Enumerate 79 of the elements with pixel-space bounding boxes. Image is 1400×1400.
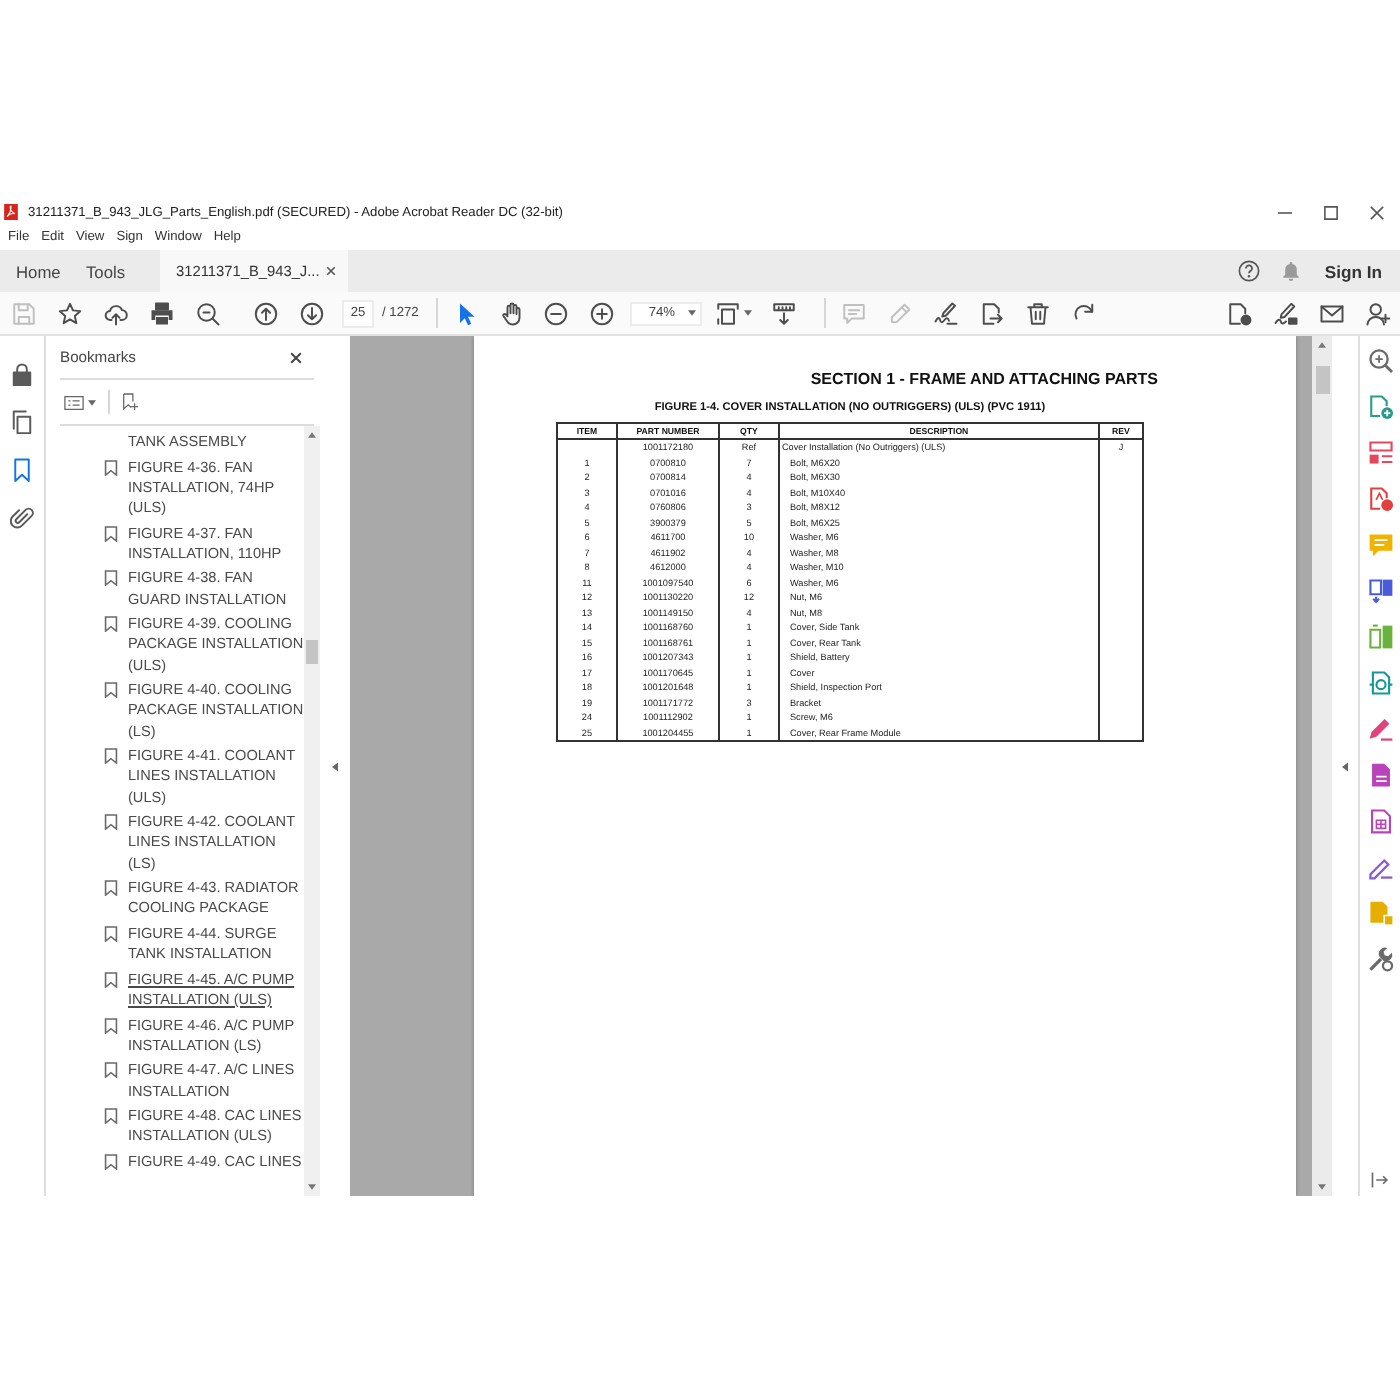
bookmark-icon xyxy=(104,925,118,942)
minimize-icon xyxy=(1278,211,1292,213)
bookmark-icon xyxy=(104,748,118,765)
pen-icon xyxy=(888,301,913,325)
scrollbar-thumb[interactable] xyxy=(1315,366,1330,394)
document-circle-icon[interactable] xyxy=(1367,486,1394,512)
bookmark-plus-icon[interactable] xyxy=(122,392,138,412)
close-icon[interactable] xyxy=(326,266,336,276)
envelope-icon xyxy=(1320,301,1344,325)
scrollbar[interactable] xyxy=(304,426,320,1196)
trash-icon xyxy=(1026,301,1051,325)
rotate-arrow-icon xyxy=(1072,301,1097,325)
list-icon xyxy=(64,395,84,409)
page-fit-icon xyxy=(716,301,741,325)
pages-arrow-icon[interactable] xyxy=(1367,578,1394,604)
scrollbar[interactable] xyxy=(1312,336,1333,1196)
speech-bubble-icon xyxy=(842,301,867,325)
bookmark-icon xyxy=(10,458,34,482)
save-icon xyxy=(12,301,36,325)
document-badge-icon xyxy=(1228,301,1252,325)
pen-signature-icon xyxy=(934,301,959,325)
document-arrow-icon xyxy=(980,301,1005,325)
expand-arrow-icon[interactable] xyxy=(1370,1170,1391,1190)
collapse-arrow-icon[interactable] xyxy=(331,761,338,771)
scrollbar-thumb[interactable] xyxy=(306,640,318,664)
two-pages-icon[interactable] xyxy=(1367,624,1394,650)
document-icon[interactable] xyxy=(1367,762,1394,788)
hand-icon xyxy=(500,301,525,325)
help-icon[interactable] xyxy=(1238,260,1261,282)
bookmark-icon xyxy=(104,1017,118,1034)
close-icon xyxy=(1370,205,1384,219)
document-table-icon[interactable] xyxy=(1367,808,1394,834)
close-icon[interactable] xyxy=(290,351,302,363)
caret-down-icon[interactable] xyxy=(308,1184,316,1190)
bookmark-icon xyxy=(104,880,118,897)
bookmark-icon xyxy=(104,616,118,633)
star-icon xyxy=(58,301,82,325)
bookmark-icon xyxy=(104,1062,118,1079)
bookmark-icon xyxy=(104,1108,118,1125)
caret-icon xyxy=(744,310,753,316)
bookmark-icon xyxy=(104,1153,118,1170)
bookmark-icon xyxy=(104,525,118,542)
caret-up-icon[interactable] xyxy=(308,432,316,438)
sign-in-button[interactable]: Sign In xyxy=(1324,261,1400,281)
collapse-arrow-icon[interactable] xyxy=(1342,761,1349,771)
search-icon xyxy=(196,301,220,325)
form-icon[interactable] xyxy=(1367,440,1394,466)
printer-icon xyxy=(150,301,174,325)
plus-circle-icon xyxy=(590,301,615,325)
bookmark-icon xyxy=(104,682,118,699)
bookmark-icon xyxy=(104,971,118,988)
caret-up-icon[interactable] xyxy=(1318,342,1327,348)
document-plus-icon[interactable] xyxy=(1367,394,1394,420)
tab[interactable]: Tools xyxy=(72,250,156,292)
caret-icon xyxy=(688,310,697,316)
bookmark-icon xyxy=(104,814,118,831)
pen-line-icon[interactable] xyxy=(1367,854,1394,880)
options-button[interactable] xyxy=(64,395,96,409)
arrow-down-circle-icon xyxy=(300,301,324,325)
cloud-upload-icon xyxy=(104,301,128,325)
ruler-arrow-icon xyxy=(772,301,797,325)
pen-icon[interactable] xyxy=(1367,716,1394,742)
caret-down-icon[interactable] xyxy=(1318,1184,1327,1190)
section-title: SECTION 1 - FRAME AND ATTACHING PARTS xyxy=(808,370,1158,390)
search-icon[interactable] xyxy=(1367,348,1394,374)
lock-icon xyxy=(10,362,34,386)
cursor-arrow-icon xyxy=(454,301,479,325)
pages-icon xyxy=(10,410,34,434)
minus-circle-icon xyxy=(544,301,569,325)
bookmark-icon xyxy=(104,459,118,476)
paperclip-icon xyxy=(10,506,34,530)
wrench-gear-icon[interactable] xyxy=(1367,946,1394,972)
bookmark-icon xyxy=(104,570,118,587)
arrow-up-circle-icon xyxy=(254,301,278,325)
pen-signature-icon xyxy=(1274,301,1298,325)
caret-icon xyxy=(88,399,96,405)
maximize-icon xyxy=(1324,205,1338,219)
tab[interactable]: Home xyxy=(0,250,72,292)
person-plus-icon xyxy=(1366,301,1390,325)
